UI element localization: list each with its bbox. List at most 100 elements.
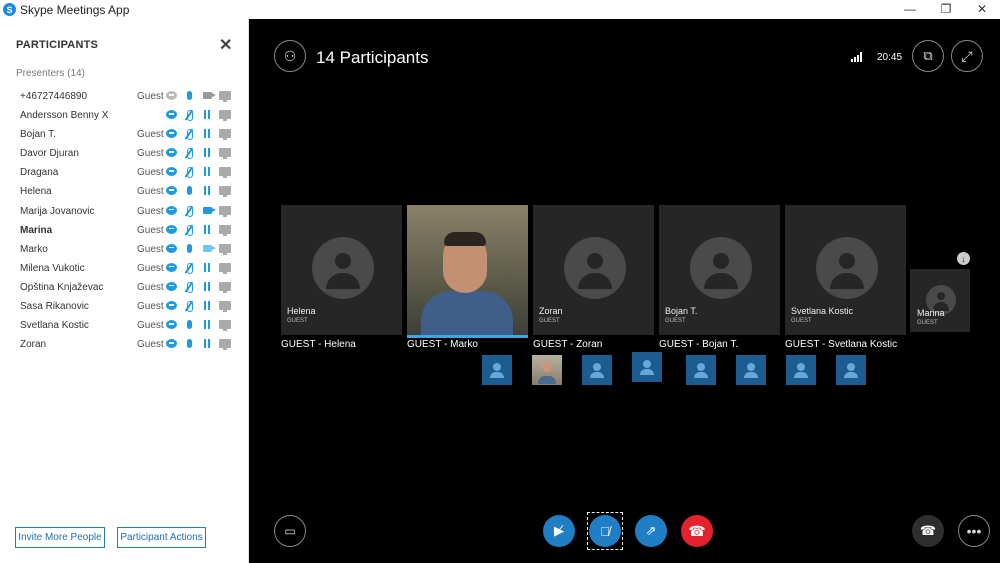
participant-video-tile[interactable]: Svetlana Kostic GUEST xyxy=(785,205,906,335)
participant-row[interactable]: Svetlana Kostic Guest xyxy=(0,316,249,335)
mute-button[interactable]: 🎙̸ xyxy=(589,515,621,547)
video-camera-icon xyxy=(201,243,216,254)
mic-icon[interactable] xyxy=(183,185,195,196)
signal-strength-icon xyxy=(851,52,862,62)
tile-role: GUEST xyxy=(665,318,686,324)
participant-thumbnail[interactable] xyxy=(532,355,562,385)
tile-name: Zoran xyxy=(539,306,563,316)
chat-status-icon xyxy=(165,185,177,196)
participant-thumbnail[interactable] xyxy=(582,355,612,385)
mic-icon[interactable] xyxy=(183,90,195,101)
participant-row[interactable]: Opština Knjaževac Guest xyxy=(0,278,249,297)
participant-role: Guest xyxy=(137,243,164,255)
panel-title: PARTICIPANTS xyxy=(16,39,99,51)
video-paused-icon xyxy=(201,262,213,273)
mic-muted-icon[interactable] xyxy=(183,205,195,217)
participant-thumbnail[interactable] xyxy=(482,355,512,385)
mic-muted-icon[interactable] xyxy=(183,300,195,313)
video-off-icon: ▶̸ xyxy=(554,523,564,538)
meeting-clock: 20:45 xyxy=(877,52,903,63)
participant-row[interactable]: Davor Djuran Guest xyxy=(0,144,249,163)
video-paused-icon xyxy=(201,319,213,330)
title-bar: S Skype Meetings App — ❐ ✕ xyxy=(0,0,1000,19)
participant-row[interactable]: Marija Jovanovic Guest xyxy=(0,202,249,221)
mic-muted-icon[interactable] xyxy=(183,147,195,160)
participant-tile-small[interactable]: Marina GUEST xyxy=(910,269,970,332)
close-window-button[interactable]: ✕ xyxy=(964,0,1000,19)
participant-row[interactable]: Milena Vukotic Guest xyxy=(0,259,249,278)
chat-status-icon xyxy=(165,262,177,273)
participant-name: Davor Djuran xyxy=(20,148,79,160)
chat-status-icon xyxy=(165,147,177,158)
participant-row[interactable]: Bojan T. Guest xyxy=(0,125,249,144)
hang-up-icon: ☎ xyxy=(688,522,706,539)
chat-button[interactable]: ▭ xyxy=(274,515,306,547)
participant-row[interactable]: Marko Guest xyxy=(0,240,249,259)
video-toggle-button[interactable]: ▶̸ xyxy=(543,515,575,547)
participant-name: Bojan T. xyxy=(20,129,56,141)
participant-row[interactable]: Marina Guest xyxy=(0,221,249,240)
participant-row[interactable]: +46727446890 Guest xyxy=(0,87,249,106)
mic-muted-icon[interactable] xyxy=(183,166,195,179)
video-camera-icon xyxy=(201,205,216,216)
participant-video-tile[interactable]: Bojan T. GUEST xyxy=(659,205,780,335)
participant-row[interactable]: Andersson Benny X xyxy=(0,106,249,125)
close-panel-button[interactable]: ✕ xyxy=(219,35,232,55)
participant-role: Guest xyxy=(137,186,164,198)
screen-share-icon xyxy=(219,166,231,179)
video-paused-icon xyxy=(201,300,213,311)
mic-muted-icon[interactable] xyxy=(183,281,195,293)
participant-row[interactable]: Dragana Guest xyxy=(0,163,249,182)
chat-status-icon xyxy=(165,128,177,139)
mic-icon[interactable] xyxy=(183,319,195,330)
participant-row[interactable]: Zoran Guest xyxy=(0,335,249,354)
hang-up-button[interactable]: ☎ xyxy=(681,515,713,547)
layout-button[interactable]: ⧉ xyxy=(912,40,944,72)
invite-more-people-button[interactable]: Invite More People xyxy=(15,527,105,548)
mic-icon[interactable] xyxy=(183,243,195,254)
participant-row[interactable]: Helena Guest xyxy=(0,182,249,201)
participant-thumbnail[interactable] xyxy=(686,355,716,385)
call-controls-button[interactable]: ☎ xyxy=(912,515,944,547)
minimize-button[interactable]: — xyxy=(892,0,928,19)
video-paused-icon xyxy=(201,224,213,235)
screen-share-icon xyxy=(219,147,231,160)
restore-button[interactable]: ❐ xyxy=(928,0,964,19)
chat-status-icon xyxy=(165,224,177,235)
mic-icon[interactable] xyxy=(183,338,195,349)
window-title: Skype Meetings App xyxy=(20,2,130,17)
participants-toggle-button[interactable]: ⚇ xyxy=(274,40,306,72)
presenters-section-header[interactable]: Presenters (14) xyxy=(16,68,85,79)
participant-role: Guest xyxy=(137,262,164,274)
participant-name: Dragana xyxy=(20,167,59,179)
participant-role: Guest xyxy=(137,129,164,141)
tile-caption: GUEST - Marko xyxy=(407,339,478,350)
tile-role: GUEST xyxy=(539,318,560,324)
participant-name: Helena xyxy=(20,186,52,198)
participant-thumbnail[interactable] xyxy=(836,355,866,385)
participant-video-tile[interactable] xyxy=(407,205,528,338)
participant-thumbnail[interactable] xyxy=(786,355,816,385)
tile-name: Bojan T. xyxy=(665,306,698,316)
share-screen-button[interactable]: ⇗ xyxy=(635,515,667,547)
mic-muted-icon[interactable] xyxy=(183,262,195,274)
participant-row[interactable]: Sasa Rikanovic Guest xyxy=(0,297,249,316)
participant-actions-button[interactable]: Participant Actions xyxy=(117,527,206,548)
participant-role: Guest xyxy=(137,148,164,160)
tile-caption: GUEST - Helena xyxy=(281,339,356,350)
participant-name: +46727446890 xyxy=(20,91,88,102)
mic-muted-icon[interactable] xyxy=(183,109,195,122)
chat-status-icon xyxy=(165,109,177,120)
mic-muted-icon[interactable] xyxy=(183,128,195,141)
tile-name: Helena xyxy=(287,306,316,316)
fullscreen-button[interactable]: ⤢ xyxy=(951,40,983,72)
participant-video-tile[interactable]: Helena GUEST xyxy=(281,205,402,335)
download-arrow-icon[interactable]: ↓ xyxy=(957,252,970,265)
more-options-button[interactable]: ••• xyxy=(958,515,990,547)
participant-thumbnail[interactable] xyxy=(736,355,766,385)
participant-thumbnail[interactable] xyxy=(632,352,662,382)
participant-video-tile[interactable]: Zoran GUEST xyxy=(533,205,654,335)
participant-role: Guest xyxy=(137,301,164,313)
mic-muted-icon[interactable] xyxy=(183,224,195,236)
video-paused-icon xyxy=(201,338,213,349)
